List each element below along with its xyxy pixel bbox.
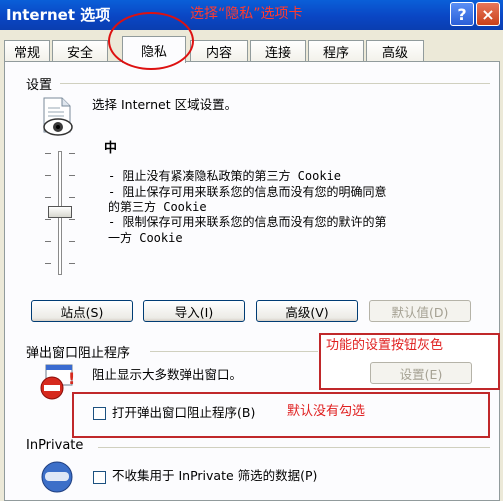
slider-tick [69, 175, 75, 176]
inprivate-icon [41, 461, 73, 493]
inprivate-section-label: InPrivate [26, 438, 84, 453]
unchecked-annotation: 默认没有勾选 [287, 404, 366, 419]
divider [150, 351, 318, 352]
slider-tick [69, 263, 75, 264]
popup-settings-button[interactable]: 设置(E) [370, 362, 472, 384]
slider-tick [69, 219, 75, 220]
slider-tick [69, 197, 75, 198]
privacy-desc-line-2: - 阻止保存可用来联系您的信息而没有您的明确同意 [108, 185, 387, 199]
tab-content[interactable]: 内容 [190, 40, 248, 62]
settings-gray-annotation: 功能的设置按钮灰色 [326, 338, 444, 353]
tab-label: 隐私 [140, 44, 167, 60]
popup-blocker-desc: 阻止显示大多数弹出窗口。 [92, 367, 243, 382]
slider-tick [45, 175, 51, 176]
privacy-level-slider[interactable] [35, 143, 85, 283]
tab-label: 高级 [381, 46, 408, 61]
tab-privacy[interactable]: 隐私 [122, 36, 186, 63]
slider-tick [69, 153, 75, 154]
popup-blocker-icon: ! [40, 364, 75, 400]
slider-thumb[interactable] [48, 206, 72, 218]
privacy-desc-line-3: 的第三方 Cookie [108, 200, 207, 214]
popup-blocker-section-label: 弹出窗口阻止程序 [26, 346, 131, 361]
tab-connections[interactable]: 连接 [250, 40, 306, 62]
tab-strip: 常规 安全 隐私 内容 连接 程序 高级 [0, 36, 503, 63]
sites-button[interactable]: 站点(S) [31, 300, 133, 322]
title-annotation: 选择“隐私”选项卡 [190, 6, 303, 22]
svg-text:!: ! [68, 369, 75, 388]
slider-tick [45, 263, 51, 264]
tab-general[interactable]: 常规 [4, 40, 50, 62]
close-button[interactable]: × [476, 2, 500, 26]
tab-security[interactable]: 安全 [52, 40, 108, 62]
title-bar: Internet 选项 选择“隐私”选项卡 ? × [0, 0, 503, 30]
privacy-desc-line-1: - 阻止没有紧凑隐私政策的第三方 Cookie [108, 169, 342, 183]
divider [60, 83, 490, 84]
tab-programs[interactable]: 程序 [308, 40, 364, 62]
tab-label: 连接 [264, 46, 291, 61]
tab-label: 内容 [205, 46, 232, 61]
privacy-desc-line-5: 一方 Cookie [108, 231, 183, 245]
slider-tick [45, 219, 51, 220]
popup-blocker-checkbox-label: 打开弹出窗口阻止程序(B) [112, 405, 256, 420]
tab-advanced[interactable]: 高级 [366, 40, 424, 62]
tab-label: 安全 [66, 46, 93, 61]
window-title: Internet 选项 [6, 6, 111, 24]
tab-label: 程序 [322, 46, 349, 61]
slider-tick [69, 241, 75, 242]
popup-blocker-checkbox[interactable] [93, 407, 106, 420]
help-button[interactable]: ? [450, 2, 474, 26]
divider [98, 447, 490, 448]
default-button[interactable]: 默认值(D) [369, 300, 471, 322]
close-icon: × [481, 4, 495, 24]
inprivate-checkbox[interactable] [93, 471, 106, 484]
privacy-desc-line-4: - 限制保存可用来联系您的信息而没有您的默许的第 [108, 215, 387, 229]
inprivate-checkbox-label: 不收集用于 InPrivate 筛选的数据(P) [112, 468, 318, 483]
tab-label: 常规 [13, 46, 40, 61]
privacy-settings-icon [43, 97, 73, 136]
settings-section-label: 设置 [26, 78, 53, 93]
import-button[interactable]: 导入(I) [143, 300, 245, 322]
help-icon: ? [457, 4, 467, 24]
advanced-button[interactable]: 高级(V) [256, 300, 358, 322]
slider-tick [45, 153, 51, 154]
slider-tick [45, 197, 51, 198]
slider-tick [45, 241, 51, 242]
settings-intro: 选择 Internet 区域设置。 [92, 97, 238, 112]
privacy-level-title: 中 [104, 141, 118, 156]
